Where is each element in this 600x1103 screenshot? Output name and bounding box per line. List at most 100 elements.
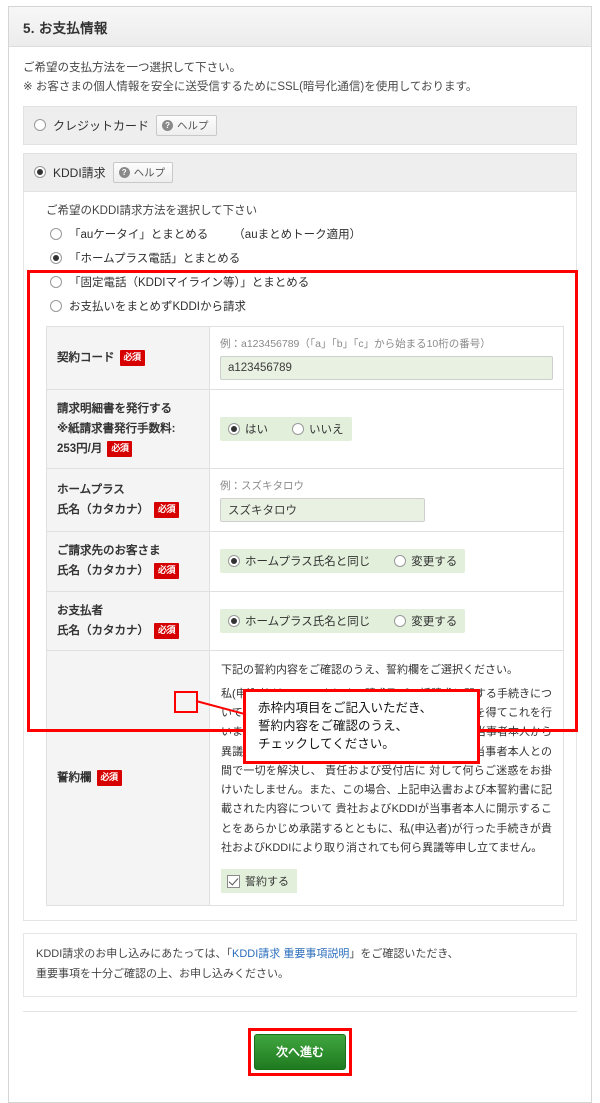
payer-option-change[interactable]: 変更する (394, 613, 457, 629)
kddi-method-option-fixedline[interactable]: 「固定電話（KDDIマイライン等）」とまとめる (46, 270, 564, 294)
payment-method-label: クレジットカード (53, 118, 150, 133)
label-contract-code: 契約コード 必須 (46, 325, 210, 390)
label-statement-issue: 請求明細書を発行する ※紙請求書発行手数料: 253円/月 必須 (46, 388, 210, 470)
option-label: はい (245, 424, 268, 437)
radio-kddi-method-homeplus[interactable] (50, 251, 62, 264)
radio-billing-same[interactable] (228, 555, 240, 568)
footer-note-middle: 」をご確認いただき、 (349, 948, 459, 961)
label-text: 誓約欄 (57, 771, 92, 784)
help-button-label: ヘルプ (133, 166, 166, 179)
hint-contract-code: 例：a123456789（「a」「b」「c」から始まる10桁の番号） (220, 337, 491, 350)
billing-customer-option-change[interactable]: 変更する (394, 553, 457, 569)
billing-customer-radio-group: ホームプラス氏名と同じ 変更する (220, 549, 466, 574)
pledge-checkbox-label: 誓約する (245, 876, 289, 889)
kddi-method-title: ご希望のKDDI請求方法を選択して下さい (46, 204, 258, 217)
required-badge: 必須 (154, 622, 180, 639)
kddi-method-label: 「固定電話（KDDIマイライン等）」とまとめる (69, 276, 310, 289)
label-homeplus-name: ホームプラス 氏名（カタカナ） 必須 (46, 468, 210, 533)
table-row-payer: お支払者 氏名（カタカナ） 必須 ホームプラス氏名と同じ 変更する (46, 590, 564, 651)
label-text-line1: 請求明細書を発行する (57, 402, 172, 415)
intro-line-1: ご希望の支払方法を一つ選択して下さい。 (23, 62, 242, 74)
label-text-line2: ※紙請求書発行手数料: (57, 423, 176, 436)
payer-option-same[interactable]: ホームプラス氏名と同じ (228, 613, 370, 629)
label-text-line2: 氏名（カタカナ） (57, 565, 149, 578)
radio-credit-card[interactable] (34, 119, 46, 132)
intro-line-2: ※ お客さまの個人情報を安全に送受信するためにSSL(暗号化通信)を使用しており… (23, 80, 478, 93)
payment-info-panel: 5. お支払情報 ご希望の支払方法を一つ選択して下さい。 ※ お客さまの個人情報… (8, 6, 592, 1103)
option-label: いいえ (309, 424, 344, 437)
required-badge: 必須 (96, 769, 122, 786)
next-step-button[interactable]: 次へ進む (254, 1033, 346, 1070)
footer-note-prefix: KDDI請求のお申し込みにあたっては、「 (36, 948, 233, 961)
label-text-line1: ホームプラス (57, 484, 125, 497)
submit-area: 次へ進む (23, 1012, 577, 1092)
pledge-checkbox[interactable] (227, 874, 240, 888)
help-button-label: ヘルプ (177, 119, 209, 132)
question-mark-icon: ? (162, 119, 174, 131)
payment-method-kddi[interactable]: KDDI請求 ? ヘルプ (23, 152, 577, 192)
payment-method-credit-card[interactable]: クレジットカード ? ヘルプ (23, 105, 577, 145)
radio-kddi-method-separate[interactable] (50, 299, 62, 312)
option-label: 変更する (411, 556, 458, 569)
footer-note-line2: 重要事項を十分ご確認の上、お申し込みください。 (36, 968, 289, 981)
radio-payer-same[interactable] (228, 614, 240, 627)
footer-note: KDDI請求のお申し込みにあたっては、「KDDI請求 重要事項説明」をご確認いた… (23, 933, 577, 997)
required-badge: 必須 (119, 349, 145, 366)
label-text: 契約コード (57, 351, 115, 364)
value-homeplus-name: 例：スズキタロウ (209, 468, 564, 533)
table-row-contract-code: 契約コード 必須 例：a123456789（「a」「b」「c」から始まる10桁の番… (46, 325, 564, 390)
kddi-method-option-separate[interactable]: お支払いをまとめずKDDIから請求 (46, 294, 564, 318)
radio-statement-yes[interactable] (228, 423, 240, 436)
radio-payer-change[interactable] (394, 614, 407, 627)
annotation-callout: 赤枠内項目をご記入いただき、 誓約内容をご確認のうえ、 チェックしてください。 (243, 689, 480, 765)
label-billing-customer: ご請求先のお客さま 氏名（カタカナ） 必須 (46, 531, 210, 592)
contract-code-input[interactable] (220, 355, 553, 380)
pledge-checkbox-row[interactable]: 誓約する (221, 869, 297, 894)
value-contract-code: 例：a123456789（「a」「b」「c」から始まる10桁の番号） (209, 325, 564, 390)
required-badge: 必須 (154, 563, 180, 580)
value-billing-customer: ホームプラス氏名と同じ 変更する (209, 531, 564, 592)
question-mark-icon: ? (118, 166, 130, 178)
kddi-method-label: 「auケータイ」とまとめる (69, 228, 209, 241)
payment-details-table: 契約コード 必須 例：a123456789（「a」「b」「c」から始まる10桁の番… (46, 325, 564, 907)
option-label: ホームプラス氏名と同じ (245, 615, 371, 628)
homeplus-name-input[interactable] (220, 498, 425, 523)
kddi-method-label: 「ホームプラス電話」とまとめる (69, 252, 241, 265)
label-text-line2: 氏名（カタカナ） (57, 624, 149, 637)
help-button-credit-card[interactable]: ? ヘルプ (156, 114, 217, 136)
statement-issue-radio-group: はい いいえ (220, 417, 352, 442)
radio-kddi-method-fixedline[interactable] (50, 275, 62, 288)
help-button-kddi[interactable]: ? ヘルプ (112, 161, 174, 183)
table-row-billing-customer: ご請求先のお客さま 氏名（カタカナ） 必須 ホームプラス氏名と同じ 変更する (46, 531, 564, 592)
label-text-line2: 氏名（カタカナ） (57, 504, 149, 517)
option-label: 変更する (411, 615, 458, 628)
kddi-method-label: お支払いをまとめずKDDIから請求 (69, 300, 246, 313)
payer-radio-group: ホームプラス氏名と同じ 変更する (220, 608, 466, 633)
radio-kddi[interactable] (34, 166, 46, 179)
annotation-callout-text: 赤枠内項目をご記入いただき、 誓約内容をご確認のうえ、 チェックしてください。 (258, 701, 433, 752)
label-text-line3: 253円/月 (57, 443, 103, 456)
kddi-important-info-link[interactable]: KDDI請求 重要事項説明 (232, 948, 349, 960)
statement-issue-option-yes[interactable]: はい (228, 421, 268, 437)
kddi-method-option-homeplus[interactable]: 「ホームプラス電話」とまとめる (46, 246, 564, 270)
table-row-homeplus-name: ホームプラス 氏名（カタカナ） 必須 例：スズキタロウ (46, 468, 564, 533)
radio-statement-no[interactable] (292, 423, 304, 436)
statement-issue-option-no[interactable]: いいえ (292, 421, 344, 437)
page-title: 5. お支払情報 (9, 7, 591, 47)
kddi-method-option-au[interactable]: 「auケータイ」とまとめる （auまとめトーク適用） (46, 222, 564, 246)
table-row-statement-issue: 請求明細書を発行する ※紙請求書発行手数料: 253円/月 必須 はい いいえ (46, 388, 564, 470)
radio-billing-change[interactable] (394, 555, 407, 568)
hint-homeplus-name: 例：スズキタロウ (220, 480, 304, 493)
option-label: ホームプラス氏名と同じ (245, 556, 371, 569)
billing-customer-option-same[interactable]: ホームプラス氏名と同じ (228, 553, 370, 569)
submit-highlight-frame: 次へ進む (248, 1027, 352, 1076)
value-statement-issue: はい いいえ (209, 388, 564, 470)
label-text-line1: ご請求先のお客さま (57, 545, 161, 558)
payment-method-label: KDDI請求 (53, 165, 106, 180)
value-payer: ホームプラス氏名と同じ 変更する (209, 590, 564, 651)
required-badge: 必須 (107, 441, 133, 458)
label-text-line1: お支払者 (57, 604, 103, 617)
label-pledge: 誓約欄 必須 (46, 649, 210, 907)
kddi-method-area: ご希望のKDDI請求方法を選択して下さい 「auケータイ」とまとめる （auまと… (23, 191, 577, 922)
radio-kddi-method-au[interactable] (50, 227, 62, 240)
